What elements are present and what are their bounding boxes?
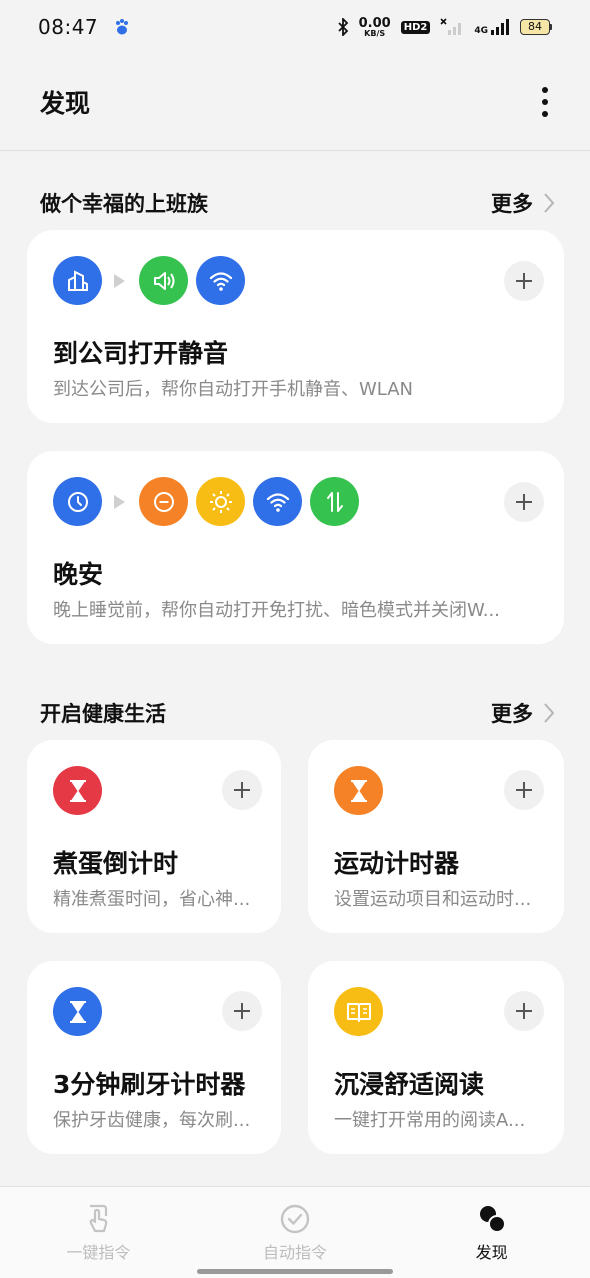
status-icons: 0.00 KB/S HD2 4G 84 xyxy=(337,17,552,38)
card-icons xyxy=(53,477,359,526)
plus-icon xyxy=(516,1003,532,1019)
card-title: 晚安 xyxy=(53,560,104,589)
page-title: 发现 xyxy=(40,89,91,118)
section-title: 开启健康生活 xyxy=(40,702,166,726)
card-title: 3分钟刷牙计时器 xyxy=(53,1070,246,1099)
clock-icon xyxy=(53,477,102,526)
plus-icon xyxy=(516,782,532,798)
plus-icon xyxy=(234,1003,250,1019)
card-description: 一键打开常用的阅读A... xyxy=(334,1110,526,1131)
signal-4g: 4G xyxy=(474,18,510,36)
do-not-disturb-icon xyxy=(139,477,188,526)
home-indicator[interactable] xyxy=(197,1269,393,1274)
card-description: 晚上睡觉前，帮你自动打开免打扰、暗色模式并关闭W... xyxy=(53,600,500,621)
network-speed-unit: KB/S xyxy=(364,28,386,38)
shortcut-card-reading[interactable]: 沉浸舒适阅读 一键打开常用的阅读A... xyxy=(308,961,564,1154)
network-speed-value: 0.00 xyxy=(358,15,391,31)
book-icon xyxy=(334,987,383,1036)
status-time: 08:47 xyxy=(38,15,99,39)
card-icons xyxy=(53,766,102,815)
add-shortcut-button[interactable] xyxy=(504,770,544,810)
add-shortcut-button[interactable] xyxy=(222,991,262,1031)
hd-badge: HD2 xyxy=(400,20,431,34)
add-shortcut-button[interactable] xyxy=(504,482,544,522)
card-icons xyxy=(53,987,102,1036)
bottom-navigation: 一键指令 自动指令 发现 xyxy=(0,1186,590,1278)
volume-icon xyxy=(139,256,188,305)
card-description: 保护牙齿健康，每次刷... xyxy=(53,1110,251,1131)
nav-label: 自动指令 xyxy=(263,1243,328,1262)
chevron-right-icon xyxy=(544,193,555,213)
wifi-icon xyxy=(253,477,302,526)
nav-label: 发现 xyxy=(475,1243,508,1262)
app-header: 发现 xyxy=(0,54,590,151)
add-shortcut-button[interactable] xyxy=(222,770,262,810)
card-icons xyxy=(334,987,383,1036)
check-circle-icon xyxy=(280,1204,310,1234)
section-title: 做个幸福的上班族 xyxy=(40,192,208,216)
flow-arrow-icon xyxy=(114,494,125,509)
shortcut-card-good-night[interactable]: 晚安 晚上睡觉前，帮你自动打开免打扰、暗色模式并关闭W... xyxy=(27,451,564,644)
hourglass-icon xyxy=(334,766,383,815)
discover-icon xyxy=(479,1206,506,1233)
signal-no-service-icon xyxy=(440,18,462,35)
card-description: 设置运动项目和运动时... xyxy=(334,889,532,910)
more-options-icon[interactable] xyxy=(540,87,550,117)
chevron-right-icon xyxy=(544,703,555,723)
add-shortcut-button[interactable] xyxy=(504,991,544,1031)
card-description: 到达公司后，帮你自动打开手机静音、WLAN xyxy=(53,379,414,400)
building-icon xyxy=(53,256,102,305)
data-transfer-icon xyxy=(310,477,359,526)
plus-icon xyxy=(516,273,532,289)
bluetooth-icon xyxy=(337,18,348,36)
baidu-paw-icon xyxy=(116,19,129,35)
shortcut-card-office-mute[interactable]: 到公司打开静音 到达公司后，帮你自动打开手机静音、WLAN xyxy=(27,230,564,423)
shortcut-card-egg-timer[interactable]: 煮蛋倒计时 精准煮蛋时间，省心神... xyxy=(27,740,281,933)
card-title: 运动计时器 xyxy=(334,849,460,878)
tap-icon xyxy=(89,1204,108,1233)
battery-level: 84 xyxy=(520,19,550,35)
section-header-health: 开启健康生活 更多 xyxy=(40,698,555,728)
status-bar: 08:47 0.00 KB/S HD2 4G 84 xyxy=(0,0,590,54)
flow-arrow-icon xyxy=(114,273,125,288)
card-icons xyxy=(53,256,245,305)
signal-bars-icon xyxy=(491,19,509,35)
card-title: 煮蛋倒计时 xyxy=(53,849,179,878)
hourglass-icon xyxy=(53,766,102,815)
nav-tab-one-tap-shortcuts[interactable]: 一键指令 xyxy=(0,1187,197,1278)
card-title: 沉浸舒适阅读 xyxy=(334,1070,485,1099)
section-header-commuter: 做个幸福的上班族 更多 xyxy=(40,188,555,218)
plus-icon xyxy=(234,782,250,798)
hourglass-icon xyxy=(53,987,102,1036)
shortcut-card-sport-timer[interactable]: 运动计时器 设置运动项目和运动时... xyxy=(308,740,564,933)
wifi-icon xyxy=(196,256,245,305)
nav-label: 一键指令 xyxy=(66,1243,131,1262)
section-more-label: 更多 xyxy=(491,192,533,216)
shortcut-card-toothbrush-timer[interactable]: 3分钟刷牙计时器 保护牙齿健康，每次刷... xyxy=(27,961,281,1154)
battery-icon: 84 xyxy=(520,19,552,35)
card-title: 到公司打开静音 xyxy=(53,339,229,368)
card-description: 精准煮蛋时间，省心神... xyxy=(53,889,251,910)
section-more-label: 更多 xyxy=(491,702,533,726)
nav-tab-discover[interactable]: 发现 xyxy=(393,1187,590,1278)
add-shortcut-button[interactable] xyxy=(504,261,544,301)
network-type-label: 4G xyxy=(474,26,488,36)
section-more-button[interactable]: 更多 xyxy=(491,188,555,218)
plus-icon xyxy=(516,494,532,510)
card-icons xyxy=(334,766,383,815)
nav-tab-auto-shortcuts[interactable]: 自动指令 xyxy=(197,1187,394,1278)
brightness-icon xyxy=(196,477,245,526)
section-more-button[interactable]: 更多 xyxy=(491,698,555,728)
network-speed: 0.00 KB/S xyxy=(359,17,391,38)
